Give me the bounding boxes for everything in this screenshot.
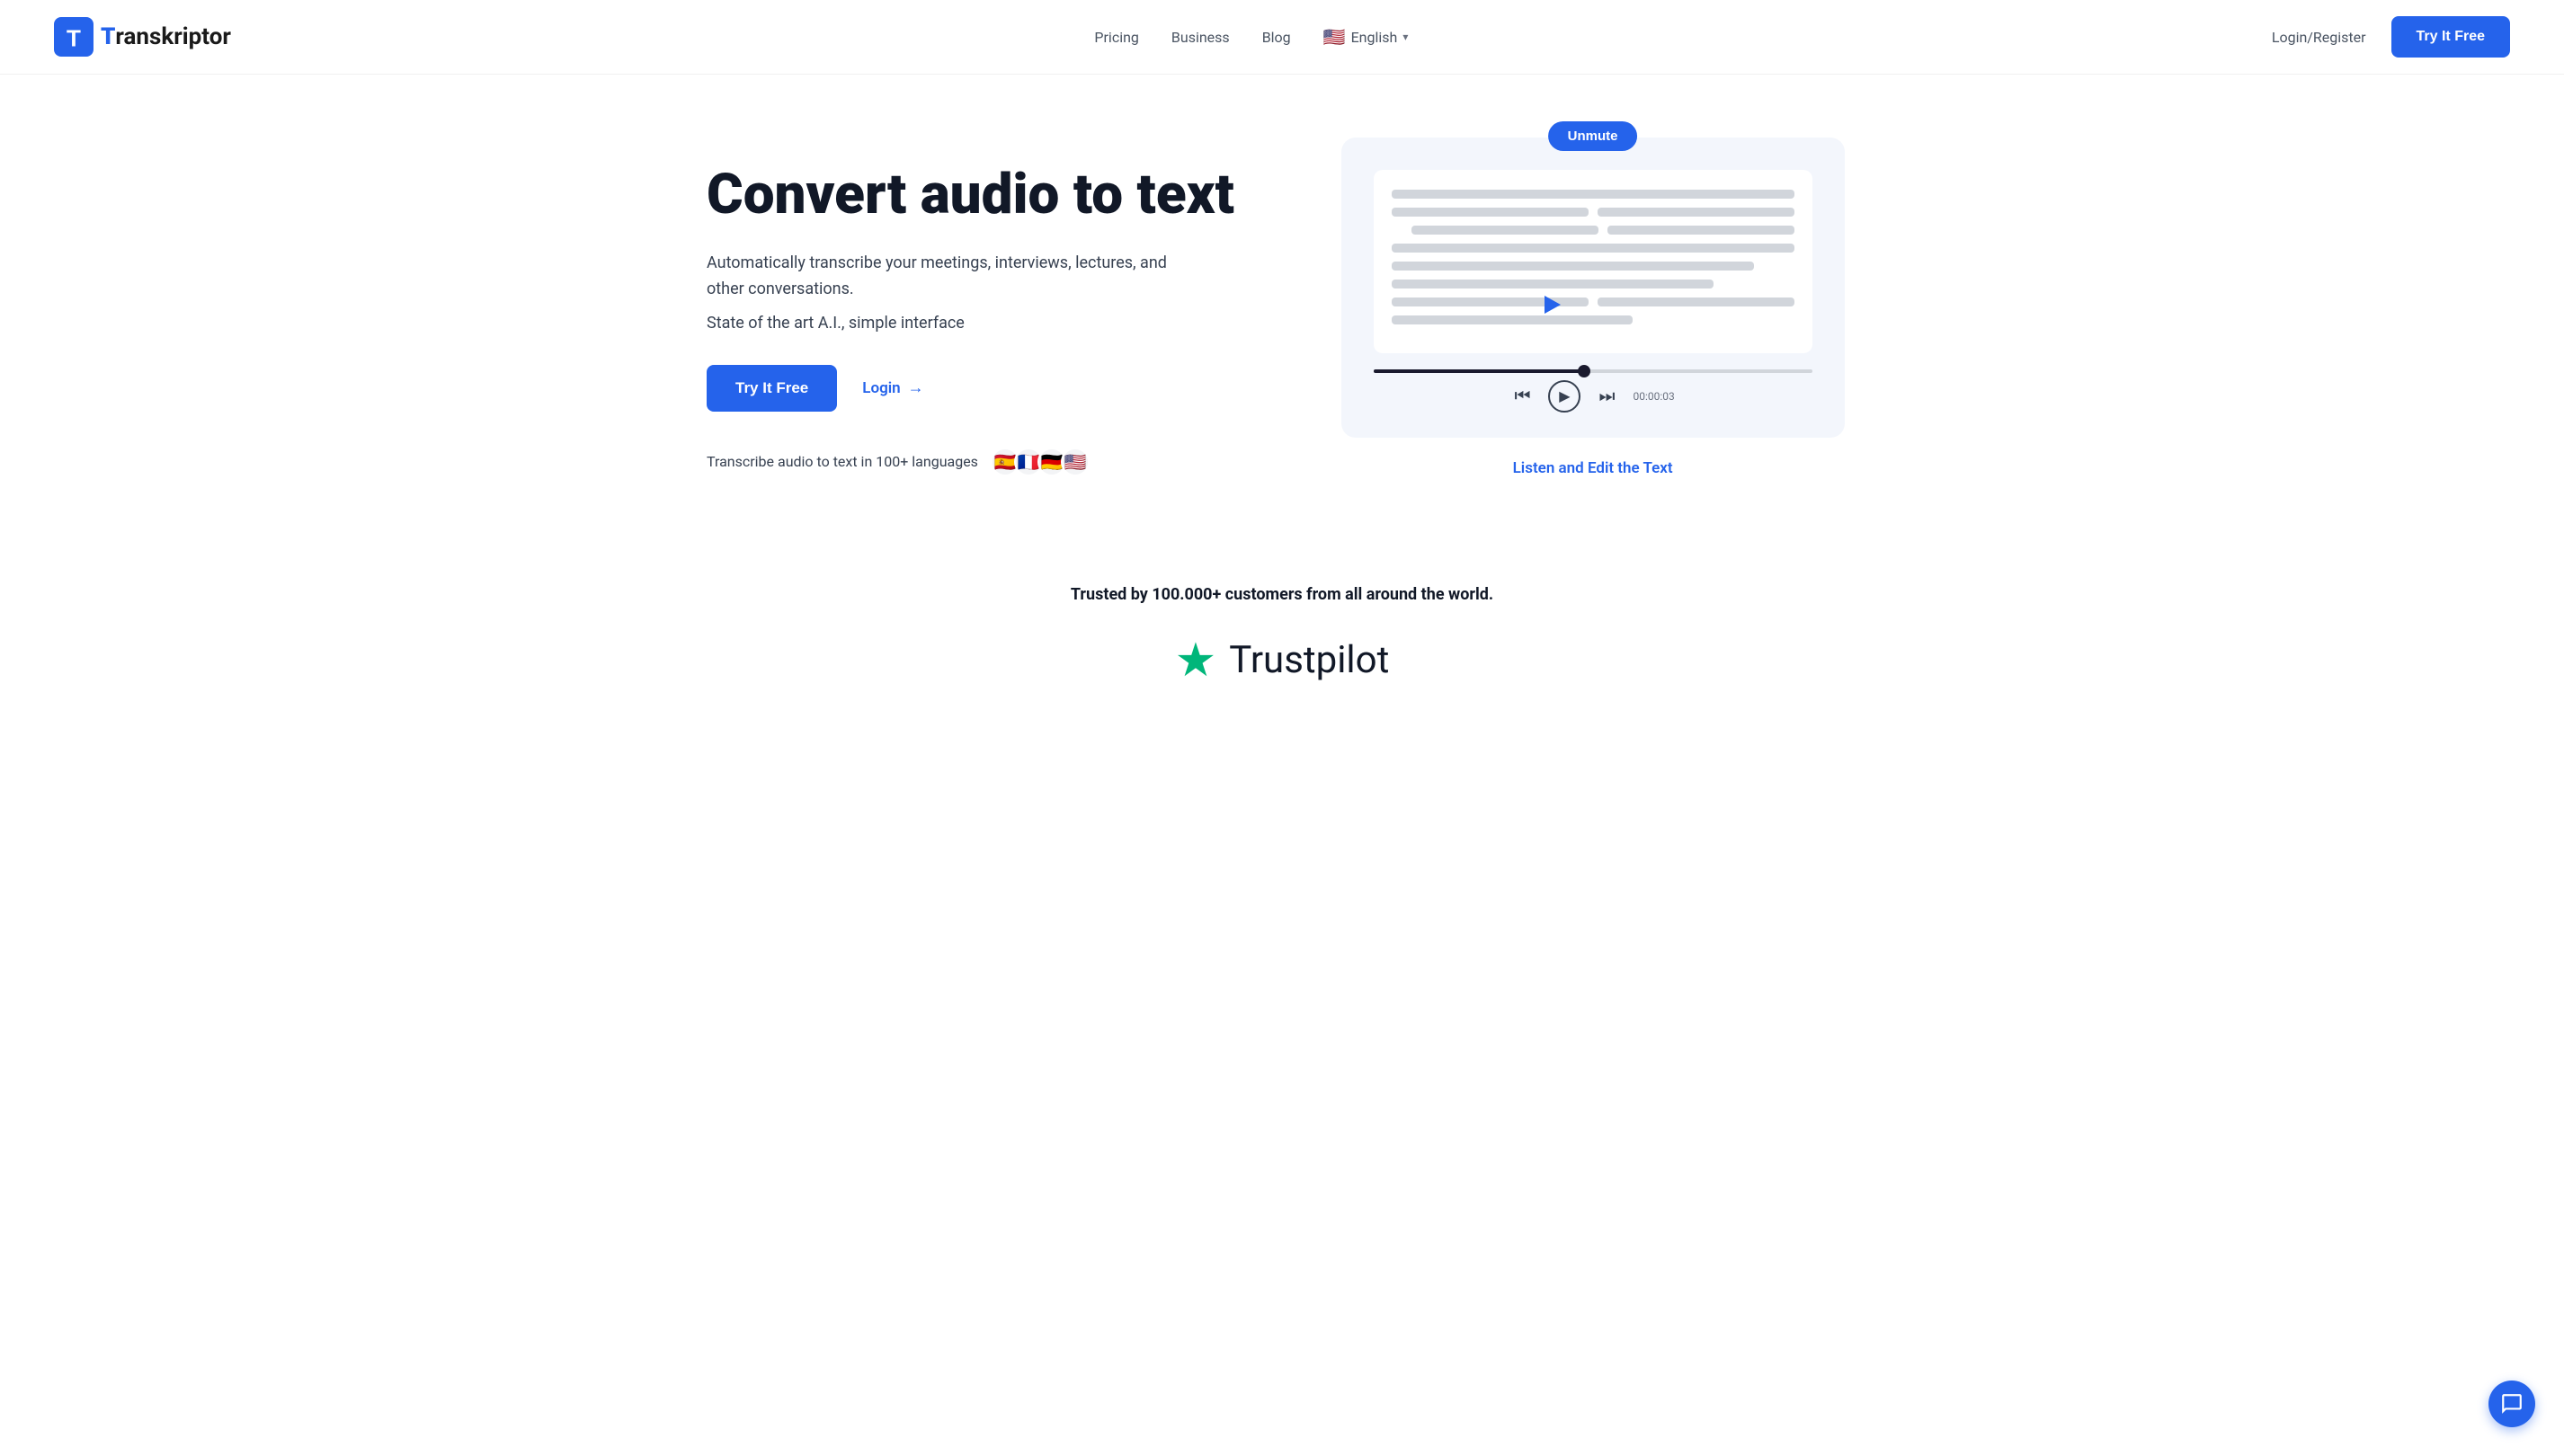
text-line-4: [1392, 244, 1794, 253]
trustpilot-label: Trustpilot: [1229, 638, 1389, 682]
progress-bar[interactable]: [1374, 369, 1812, 373]
flag-icon: 🇺🇸: [1323, 26, 1346, 48]
logo[interactable]: T Transkriptor: [54, 17, 231, 57]
login-register-link[interactable]: Login/Register: [2272, 29, 2366, 46]
text-line-3b: [1607, 226, 1794, 235]
try-it-free-button-nav[interactable]: Try It Free: [2391, 16, 2510, 58]
player-controls: ⏮ ▶ ⏭ 00:00:03: [1374, 369, 1812, 413]
trust-text: Trusted by 100.000+ customers from all a…: [36, 585, 2528, 604]
nav-blog[interactable]: Blog: [1262, 29, 1291, 46]
languages-row: Transcribe audio to text in 100+ languag…: [707, 448, 1282, 476]
listen-edit-link[interactable]: Listen and Edit the Text: [1513, 459, 1673, 477]
hero-feature: State of the art A.I., simple interface: [707, 314, 1282, 333]
arrow-icon: →: [908, 378, 924, 397]
hero-subtitle: Automatically transcribe your meetings, …: [707, 251, 1174, 303]
logo-text: Transkriptor: [101, 23, 231, 50]
progress-thumb: [1578, 365, 1590, 377]
timestamp: 00:00:03: [1633, 390, 1674, 403]
hero-buttons: Try It Free Login →: [707, 365, 1282, 412]
languages-text: Transcribe audio to text in 100+ languag…: [707, 453, 978, 470]
logo-icon: T: [54, 17, 93, 57]
controls-row: ⏮ ▶ ⏭ 00:00:03: [1510, 380, 1674, 413]
hero-section: Convert audio to text Automatically tran…: [653, 75, 1911, 531]
text-line-2b: [1598, 208, 1794, 217]
trust-section: Trusted by 100.000+ customers from all a…: [0, 531, 2564, 724]
flag-us: 🇺🇸: [1061, 448, 1090, 476]
fast-forward-button[interactable]: ⏭: [1595, 383, 1618, 411]
transcript-area: [1374, 170, 1812, 353]
chat-bubble-button[interactable]: [2488, 1381, 2535, 1427]
flag-stack: 🇪🇸 🇫🇷 🇩🇪 🇺🇸: [991, 448, 1090, 476]
nav-pricing[interactable]: Pricing: [1094, 29, 1139, 46]
hero-right: Unmute: [1328, 138, 1857, 477]
svg-text:T: T: [67, 24, 81, 51]
text-line-row-3: [1392, 297, 1794, 306]
text-line-8: [1392, 315, 1634, 324]
language-selector[interactable]: 🇺🇸 English ▾: [1323, 26, 1409, 48]
chevron-down-icon: ▾: [1402, 31, 1408, 43]
language-label: English: [1351, 29, 1398, 46]
play-pause-button[interactable]: ▶: [1548, 380, 1580, 413]
text-line-row-1: [1392, 208, 1794, 217]
text-line-7b: [1598, 297, 1794, 306]
login-button-hero[interactable]: Login →: [862, 378, 923, 397]
nav-links: Pricing Business Blog 🇺🇸 English ▾: [1094, 26, 1408, 48]
progress-fill: [1374, 369, 1584, 373]
navbar: T Transkriptor Pricing Business Blog 🇺🇸 …: [0, 0, 2564, 75]
text-line-1: [1392, 190, 1794, 199]
nav-right: Login/Register Try It Free: [2272, 16, 2510, 58]
hero-title: Convert audio to text: [707, 164, 1282, 226]
trustpilot-row: ★ Trustpilot: [36, 633, 2528, 688]
text-line-2a: [1392, 208, 1589, 217]
trustpilot-star-icon: ★: [1175, 633, 1217, 688]
play-cursor-icon: [1545, 296, 1561, 314]
text-line-5: [1392, 262, 1754, 271]
unmute-button[interactable]: Unmute: [1548, 121, 1638, 151]
chat-icon: [2500, 1392, 2524, 1416]
text-line-3a: [1411, 226, 1598, 235]
nav-business[interactable]: Business: [1171, 29, 1230, 46]
try-it-free-button-hero[interactable]: Try It Free: [707, 365, 837, 412]
demo-widget: Unmute: [1341, 138, 1845, 438]
login-label: Login: [862, 379, 900, 397]
hero-left: Convert audio to text Automatically tran…: [707, 138, 1282, 476]
text-line-row-2: [1392, 226, 1794, 235]
rewind-button[interactable]: ⏮: [1510, 383, 1534, 411]
text-line-6: [1392, 280, 1714, 289]
